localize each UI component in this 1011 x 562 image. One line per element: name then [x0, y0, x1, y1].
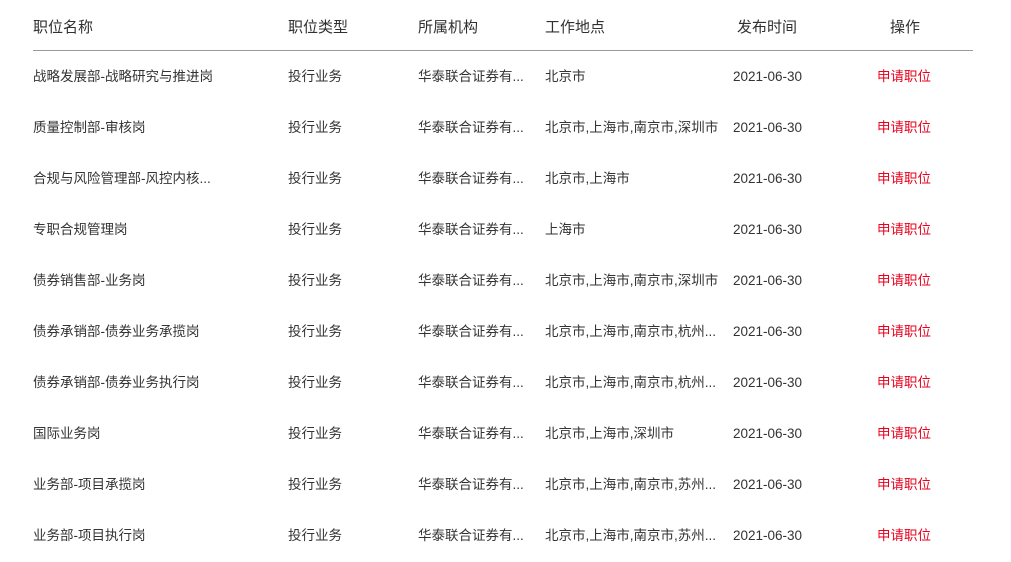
job-date-cell: 2021-06-30 [733, 375, 803, 390]
job-title-cell: 合规与风险管理部-风控内核... [33, 171, 211, 186]
job-action-cell: 申请职位 [877, 425, 977, 443]
table-header-row: 职位名称 职位类型 所属机构 工作地点 发布时间 操作 [0, 0, 1011, 52]
job-location-cell: 北京市,上海市,南京市,苏州... [545, 477, 717, 492]
job-type-cell: 投行业务 [288, 222, 342, 237]
job-org-cell: 华泰联合证券有... [418, 222, 524, 237]
job-date-cell: 2021-06-30 [733, 222, 803, 237]
column-header-location: 工作地点 [545, 19, 606, 36]
table-row: 业务部-项目承揽岗 投行业务 华泰联合证券有... 北京市,上海市,南京市,苏州...… [0, 460, 1011, 511]
job-action-cell: 申请职位 [877, 68, 977, 86]
job-date-cell: 2021-06-30 [733, 69, 803, 84]
column-header-title: 职位名称 [33, 19, 94, 36]
job-action-cell: 申请职位 [877, 323, 977, 341]
job-action-cell: 申请职位 [877, 221, 977, 239]
apply-job-link[interactable]: 申请职位 [877, 477, 931, 492]
apply-job-link[interactable]: 申请职位 [877, 528, 931, 543]
job-location-cell: 北京市 [545, 69, 586, 84]
apply-job-link[interactable]: 申请职位 [877, 426, 931, 441]
apply-job-link[interactable]: 申请职位 [877, 69, 931, 84]
job-title-cell: 业务部-项目承揽岗 [33, 477, 146, 492]
job-org-cell: 华泰联合证券有... [418, 426, 524, 441]
apply-job-link[interactable]: 申请职位 [877, 222, 931, 237]
table-row: 质量控制部-审核岗 投行业务 华泰联合证券有... 北京市,上海市,南京市,深圳市 20… [0, 103, 1011, 154]
job-type-cell: 投行业务 [288, 528, 342, 543]
table-row: 专职合规管理岗 投行业务 华泰联合证券有... 上海市 2021-06-30 申请职位 [0, 205, 1011, 256]
job-type-cell: 投行业务 [288, 171, 342, 186]
job-title-cell: 质量控制部-审核岗 [33, 120, 146, 135]
job-action-cell: 申请职位 [877, 476, 977, 494]
job-date-cell: 2021-06-30 [733, 477, 803, 492]
job-location-cell: 北京市,上海市,南京市,深圳市 [545, 120, 719, 135]
job-title-cell: 专职合规管理岗 [33, 222, 128, 237]
job-action-cell: 申请职位 [877, 170, 977, 188]
column-header-date: 发布时间 [737, 19, 798, 36]
apply-job-link[interactable]: 申请职位 [877, 273, 931, 288]
table-row: 债券销售部-业务岗 投行业务 华泰联合证券有... 北京市,上海市,南京市,深圳市 20… [0, 256, 1011, 307]
job-title-cell: 战略发展部-战略研究与推进岗 [33, 69, 213, 84]
job-date-cell: 2021-06-30 [733, 426, 803, 441]
job-type-cell: 投行业务 [288, 69, 342, 84]
job-type-cell: 投行业务 [288, 375, 342, 390]
job-org-cell: 华泰联合证券有... [418, 324, 524, 339]
job-org-cell: 华泰联合证券有... [418, 120, 524, 135]
job-action-cell: 申请职位 [877, 272, 977, 290]
table-body: 战略发展部-战略研究与推进岗 投行业务 华泰联合证券有... 北京市 2021-06-3… [0, 52, 1011, 562]
column-header-org: 所属机构 [418, 19, 479, 36]
job-type-cell: 投行业务 [288, 120, 342, 135]
job-action-cell: 申请职位 [877, 527, 977, 545]
job-action-cell: 申请职位 [877, 119, 977, 137]
job-date-cell: 2021-06-30 [733, 528, 803, 543]
table-row: 债券承销部-债券业务执行岗 投行业务 华泰联合证券有... 北京市,上海市,南京市,杭… [0, 358, 1011, 409]
job-date-cell: 2021-06-30 [733, 273, 803, 288]
job-org-cell: 华泰联合证券有... [418, 375, 524, 390]
job-title-cell: 债券销售部-业务岗 [33, 273, 146, 288]
job-location-cell: 北京市,上海市,南京市,苏州... [545, 528, 717, 543]
table-row: 债券承销部-债券业务承揽岗 投行业务 华泰联合证券有... 北京市,上海市,南京市,杭… [0, 307, 1011, 358]
table-row: 业务部-项目执行岗 投行业务 华泰联合证券有... 北京市,上海市,南京市,苏州...… [0, 511, 1011, 562]
column-header-type: 职位类型 [288, 19, 349, 36]
apply-job-link[interactable]: 申请职位 [877, 375, 931, 390]
job-org-cell: 华泰联合证券有... [418, 528, 524, 543]
job-title-cell: 业务部-项目执行岗 [33, 528, 146, 543]
table-row: 合规与风险管理部-风控内核... 投行业务 华泰联合证券有... 北京市,上海市 202… [0, 154, 1011, 205]
job-location-cell: 北京市,上海市,南京市,杭州... [545, 324, 717, 339]
job-location-cell: 上海市 [545, 222, 586, 237]
job-org-cell: 华泰联合证券有... [418, 477, 524, 492]
job-location-cell: 北京市,上海市 [545, 171, 630, 186]
table-row: 战略发展部-战略研究与推进岗 投行业务 华泰联合证券有... 北京市 2021-06-3… [0, 52, 1011, 103]
job-date-cell: 2021-06-30 [733, 324, 803, 339]
job-action-cell: 申请职位 [877, 374, 977, 392]
job-title-cell: 债券承销部-债券业务承揽岗 [33, 324, 200, 339]
job-location-cell: 北京市,上海市,深圳市 [545, 426, 675, 441]
header-divider [33, 50, 973, 51]
table-row: 国际业务岗 投行业务 华泰联合证券有... 北京市,上海市,深圳市 2021-06-30… [0, 409, 1011, 460]
column-header-action: 操作 [890, 19, 921, 36]
job-title-cell: 债券承销部-债券业务执行岗 [33, 375, 200, 390]
job-date-cell: 2021-06-30 [733, 171, 803, 186]
job-location-cell: 北京市,上海市,南京市,深圳市 [545, 273, 719, 288]
job-type-cell: 投行业务 [288, 477, 342, 492]
job-org-cell: 华泰联合证券有... [418, 273, 524, 288]
job-date-cell: 2021-06-30 [733, 120, 803, 135]
apply-job-link[interactable]: 申请职位 [877, 120, 931, 135]
job-type-cell: 投行业务 [288, 426, 342, 441]
job-title-cell: 国际业务岗 [33, 426, 101, 441]
job-org-cell: 华泰联合证券有... [418, 69, 524, 84]
job-type-cell: 投行业务 [288, 273, 342, 288]
job-type-cell: 投行业务 [288, 324, 342, 339]
job-org-cell: 华泰联合证券有... [418, 171, 524, 186]
apply-job-link[interactable]: 申请职位 [877, 171, 931, 186]
job-location-cell: 北京市,上海市,南京市,杭州... [545, 375, 717, 390]
apply-job-link[interactable]: 申请职位 [877, 324, 931, 339]
job-listing-table: 职位名称 职位类型 所属机构 工作地点 发布时间 操作 战略发展部-战略研究与推… [0, 0, 1011, 547]
